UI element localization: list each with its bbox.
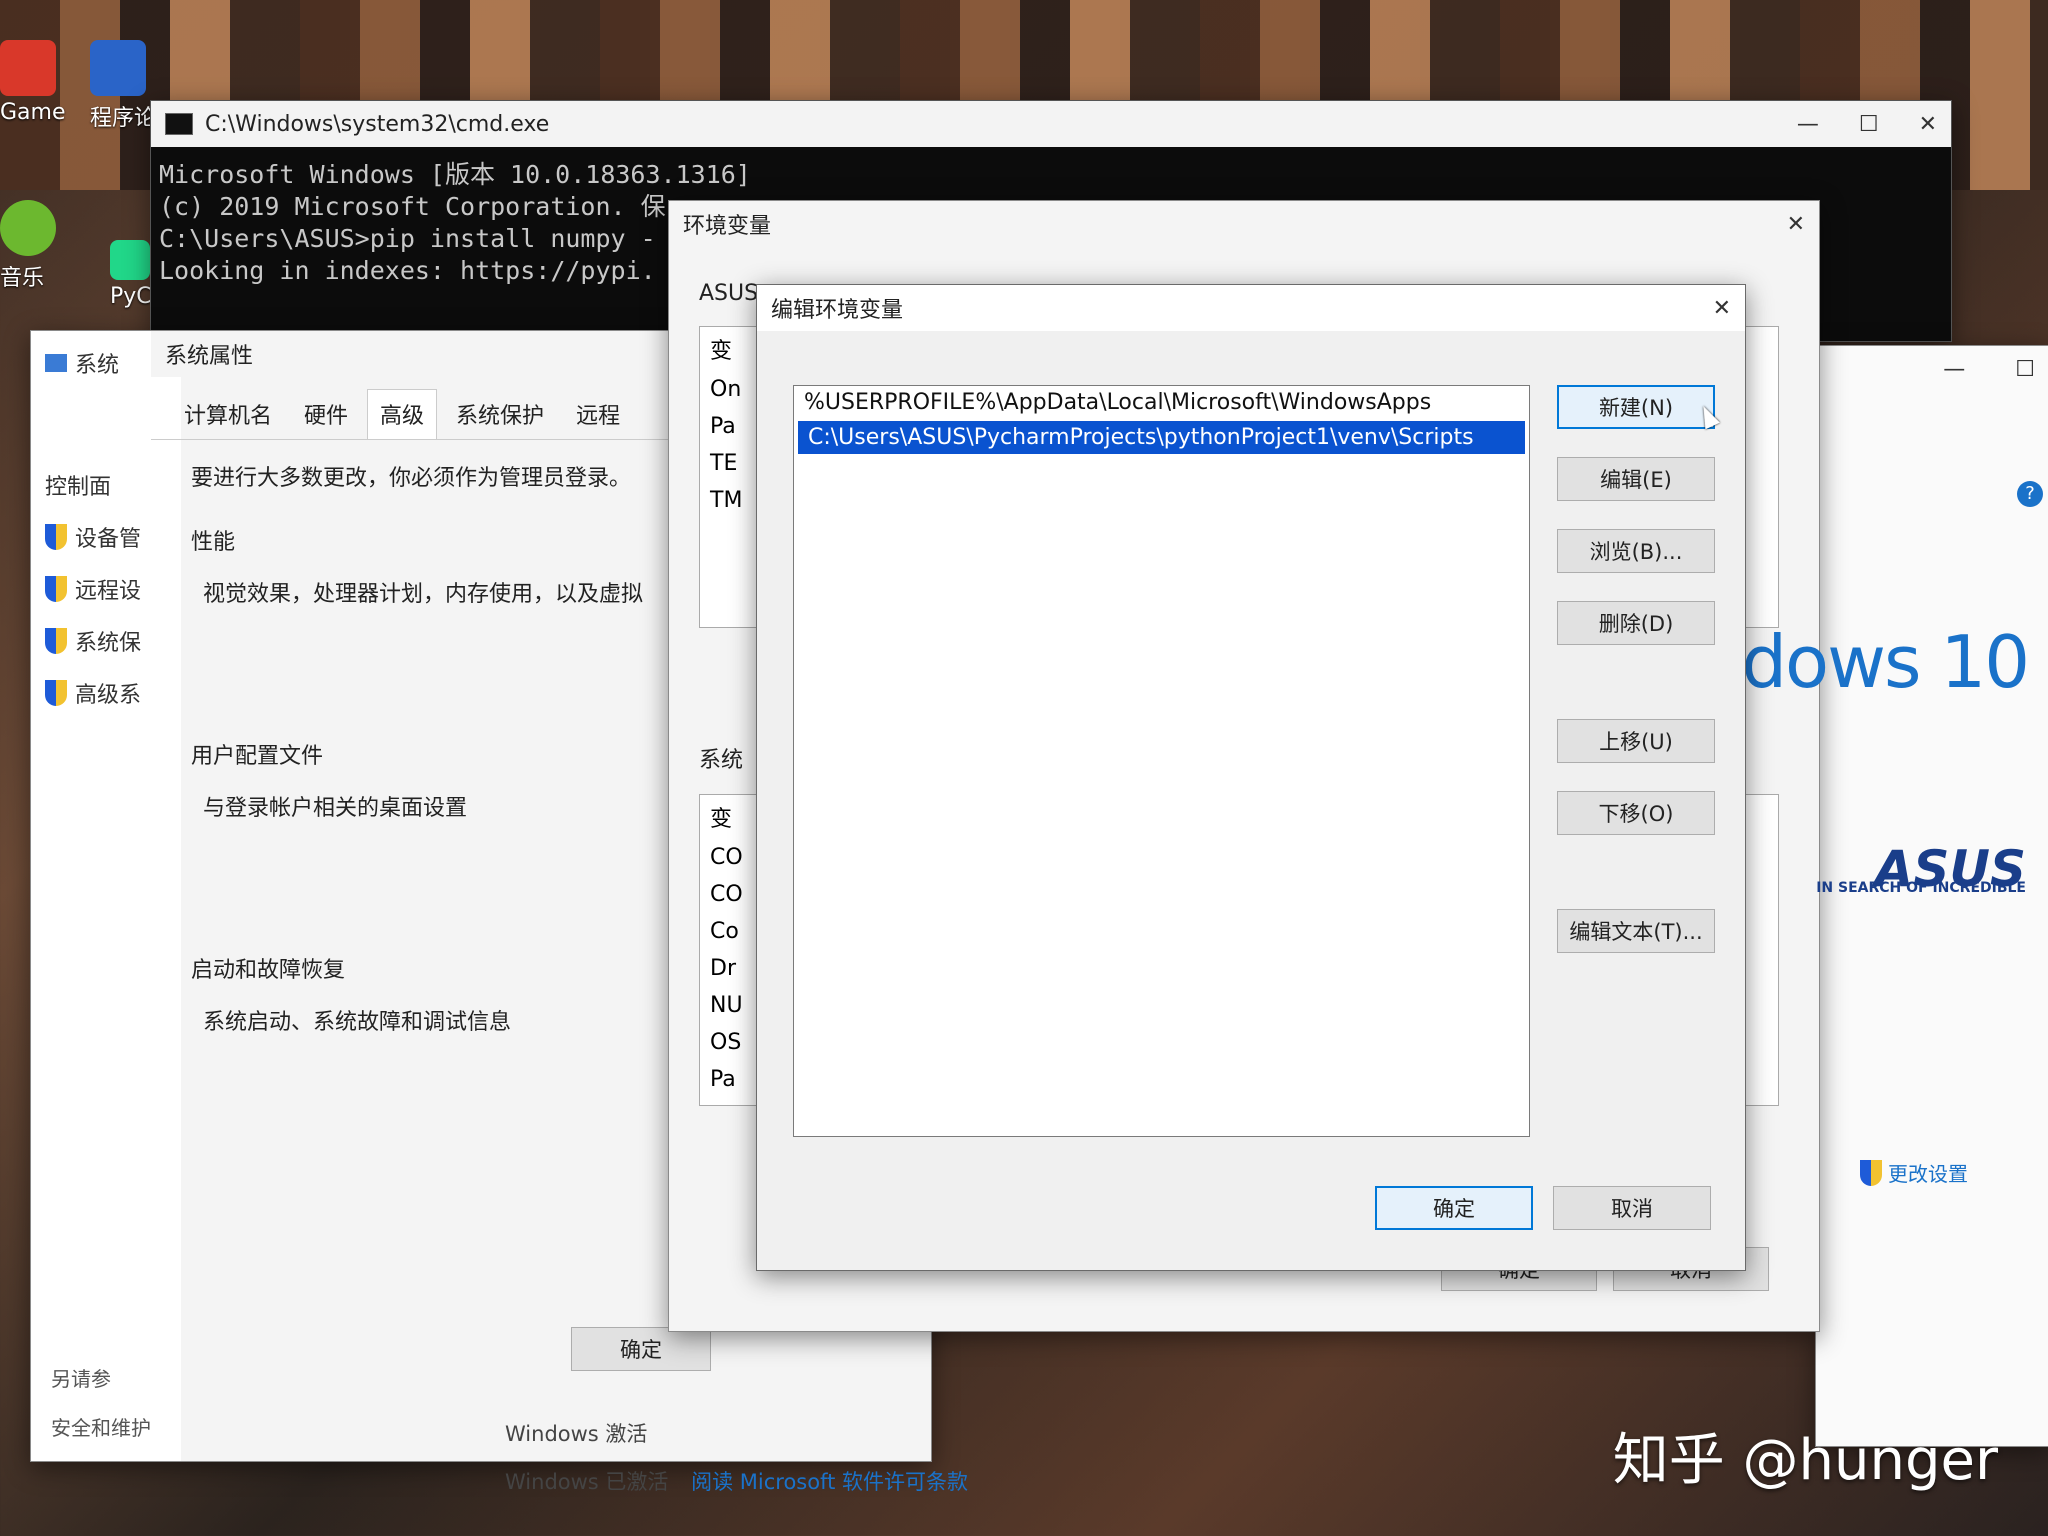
left-item-label: 控制面 bbox=[45, 475, 112, 500]
desktop-icon-label: 程序论 bbox=[90, 106, 157, 131]
activation-heading: Windows 激活 bbox=[505, 1422, 648, 1446]
music-icon bbox=[0, 200, 56, 256]
edit-environment-variable-dialog[interactable]: 编辑环境变量 ✕ %USERPROFILE%\AppData\Local\Mic… bbox=[756, 284, 1746, 1271]
new-button[interactable]: 新建(N) bbox=[1557, 385, 1715, 429]
tab-computer-name[interactable]: 计算机名 bbox=[171, 389, 285, 439]
shield-icon bbox=[45, 576, 67, 602]
desktop-icon-label: 音乐 bbox=[0, 266, 45, 291]
env-titlebar[interactable]: 环境变量 ✕ bbox=[669, 201, 1819, 247]
tab-system-protection[interactable]: 系统保护 bbox=[443, 389, 557, 439]
cancel-button[interactable]: 取消 bbox=[1553, 1186, 1711, 1230]
close-icon[interactable]: ✕ bbox=[1919, 112, 1937, 137]
shield-icon bbox=[45, 680, 67, 706]
tab-remote[interactable]: 远程 bbox=[563, 389, 633, 439]
move-up-button[interactable]: 上移(U) bbox=[1557, 719, 1715, 763]
change-settings-link[interactable]: 更改设置 bbox=[1860, 1158, 1968, 1187]
windows-activation: Windows 激活 Windows 已激活 阅读 Microsoft 软件许可… bbox=[505, 1418, 968, 1496]
button-spacer bbox=[1557, 863, 1715, 909]
cmd-titlebar[interactable]: C:\Windows\system32\cmd.exe — ☐ ✕ bbox=[151, 101, 1951, 147]
left-item-label: 高级系 bbox=[75, 683, 142, 708]
left-item-label: 设备管 bbox=[75, 527, 142, 552]
edit-env-titlebar[interactable]: 编辑环境变量 ✕ bbox=[757, 285, 1745, 331]
security-maintenance-link[interactable]: 安全和维护 bbox=[51, 1412, 151, 1441]
asus-tagline: IN SEARCH OF INCREDIBLE bbox=[1816, 880, 2026, 896]
system-info-titlebar[interactable]: — ☐ bbox=[1816, 346, 2048, 392]
delete-button[interactable]: 删除(D) bbox=[1557, 601, 1715, 645]
shield-icon bbox=[45, 628, 67, 654]
cmd-app-icon bbox=[165, 113, 193, 135]
desktop-icon-label: Game bbox=[0, 100, 66, 125]
console-line: Microsoft Windows [版本 10.0.18363.1316] bbox=[159, 160, 751, 189]
shield-icon bbox=[45, 524, 67, 550]
computer-icon bbox=[45, 354, 67, 372]
maximize-icon[interactable]: ☐ bbox=[1859, 112, 1879, 137]
left-footer: 另请参 安全和维护 bbox=[51, 1363, 151, 1441]
game-icon bbox=[0, 40, 56, 96]
cmd-title: C:\Windows\system32\cmd.exe bbox=[205, 111, 550, 137]
left-item-label: 系统保 bbox=[75, 631, 142, 656]
see-also-label: 另请参 bbox=[51, 1367, 111, 1391]
maximize-icon[interactable]: ☐ bbox=[2015, 357, 2035, 382]
desktop-icon-game[interactable]: Game bbox=[0, 40, 66, 125]
pycharm-icon bbox=[110, 240, 150, 280]
activation-status: Windows 已激活 bbox=[505, 1470, 669, 1494]
license-terms-link[interactable]: 阅读 Microsoft 软件许可条款 bbox=[691, 1470, 968, 1494]
minimize-icon[interactable]: — bbox=[1943, 357, 1965, 382]
system-properties-title: 系统属性 bbox=[165, 344, 254, 369]
button-spacer bbox=[1557, 673, 1715, 719]
desktop-icon-music[interactable]: 音乐 bbox=[0, 200, 56, 292]
env-title: 环境变量 bbox=[683, 214, 772, 239]
desktop-icon-pycharm[interactable]: PyC bbox=[110, 240, 152, 309]
ok-button[interactable]: 确定 bbox=[571, 1327, 711, 1371]
minimize-icon[interactable]: — bbox=[1797, 112, 1819, 137]
edit-env-title: 编辑环境变量 bbox=[771, 298, 904, 323]
edit-text-button[interactable]: 编辑文本(T)... bbox=[1557, 909, 1715, 953]
windows10-logo-text: dows 10 bbox=[1741, 620, 2030, 704]
ok-button[interactable]: 确定 bbox=[1375, 1186, 1533, 1230]
system-panel-title-text: 系统 bbox=[75, 353, 120, 378]
path-item-selected[interactable]: C:\Users\ASUS\PycharmProjects\pythonProj… bbox=[798, 421, 1525, 454]
desktop-icon-program[interactable]: 程序论 bbox=[90, 40, 156, 132]
edit-env-side-buttons: 新建(N) 编辑(E) 浏览(B)... 删除(D) 上移(U) 下移(O) 编… bbox=[1557, 385, 1715, 981]
close-icon[interactable]: ✕ bbox=[1787, 212, 1805, 237]
zhihu-watermark: 知乎 @hunger bbox=[1612, 1428, 1998, 1493]
move-down-button[interactable]: 下移(O) bbox=[1557, 791, 1715, 835]
browse-button[interactable]: 浏览(B)... bbox=[1557, 529, 1715, 573]
help-icon[interactable]: ? bbox=[2017, 481, 2043, 507]
edit-env-footer: 确定 取消 bbox=[1375, 1186, 1711, 1230]
path-list[interactable]: %USERPROFILE%\AppData\Local\Microsoft\Wi… bbox=[793, 385, 1530, 1137]
change-settings-label: 更改设置 bbox=[1888, 1162, 1968, 1186]
desktop-icon-label: PyC bbox=[110, 284, 152, 309]
close-icon[interactable]: ✕ bbox=[1713, 296, 1731, 321]
edit-button[interactable]: 编辑(E) bbox=[1557, 457, 1715, 501]
shield-icon bbox=[1860, 1159, 1882, 1186]
system-properties-footer: 确定 bbox=[571, 1327, 711, 1371]
tab-hardware[interactable]: 硬件 bbox=[291, 389, 361, 439]
document-icon bbox=[90, 40, 146, 96]
left-item-label: 远程设 bbox=[75, 579, 142, 604]
path-item[interactable]: %USERPROFILE%\AppData\Local\Microsoft\Wi… bbox=[794, 386, 1529, 419]
tab-advanced[interactable]: 高级 bbox=[367, 389, 438, 439]
